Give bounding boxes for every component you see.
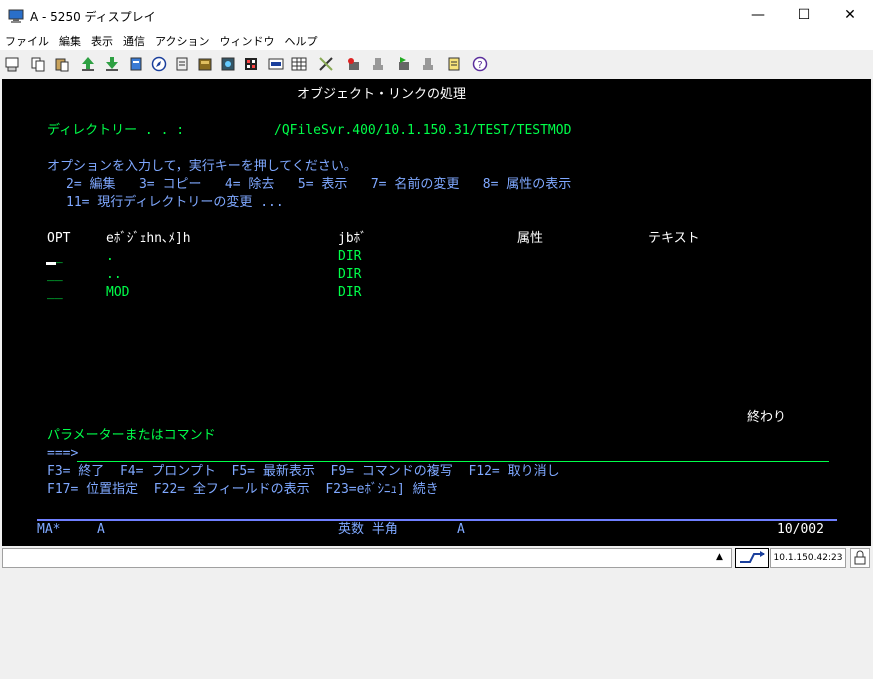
end-marker: 終わり <box>747 410 787 425</box>
header-text: テキスト <box>648 231 700 246</box>
options-line-2: 11= 現行ディレクトリーの変更 ... <box>66 195 284 210</box>
menu-edit[interactable]: 編集 <box>54 30 86 50</box>
display-app-icon <box>8 8 24 23</box>
status-session-2: A <box>457 522 465 537</box>
record-stop-icon[interactable] <box>346 56 362 72</box>
row-1-type: DIR <box>338 249 362 264</box>
header-object-link: eﾎﾞｼﾞｪhn､ﾒ]h <box>106 231 191 246</box>
cursor-position: 10/002 <box>777 522 824 537</box>
opt-input-row-2[interactable]: __ <box>47 267 63 283</box>
window-title: A - 5250 ディスプレイ <box>30 10 156 24</box>
key-map-icon[interactable] <box>291 56 307 72</box>
close-button[interactable]: ✕ <box>827 0 873 30</box>
maximize-button[interactable]: ☐ <box>781 0 827 30</box>
row-3-type: DIR <box>338 285 362 300</box>
notes-icon[interactable] <box>446 56 462 72</box>
operator-info-line <box>37 519 837 521</box>
paste-icon[interactable] <box>54 56 70 72</box>
display-file-icon[interactable] <box>128 56 144 72</box>
row-2-type: DIR <box>338 267 362 282</box>
command-prompt: ===> <box>47 446 79 461</box>
print-screen-icon[interactable] <box>4 56 20 72</box>
terminal-screen[interactable]: オブジェクト・リンクの処理 ディレクトリー . . : /QFileSvr.40… <box>2 79 871 546</box>
header-type: jbﾎﾞ <box>338 231 367 246</box>
text-cursor <box>46 262 56 265</box>
header-opt: OPT <box>47 231 71 246</box>
status-session: A <box>97 522 105 537</box>
help-icon[interactable]: ? <box>472 56 488 72</box>
status-bar: ▲ 10.1.150.42:23 <box>0 546 873 570</box>
row-3-name: MOD <box>106 285 130 300</box>
stop-icon[interactable] <box>420 56 436 72</box>
toolbar: ? <box>0 52 873 78</box>
menu-file[interactable]: ファイル <box>0 30 54 50</box>
menu-help[interactable]: ヘルプ <box>279 30 322 50</box>
options-line-1: 2= 編集 3= コピー 4= 除去 5= 表示 7= 名前の変更 8= 属性の… <box>66 177 572 192</box>
receive-file-icon[interactable] <box>104 56 120 72</box>
status-input-mode: 英数 半角 <box>338 522 398 537</box>
function-keys-line-1: F3= 終了 F4= プロンプト F5= 最新表示 F9= コマンドの複写 F1… <box>47 464 560 479</box>
menu-bar: ファイル 編集 表示 通信 アクション ウィンドウ ヘルプ <box>0 30 873 50</box>
directory-label: ディレクトリー . . : <box>47 123 185 138</box>
screen-title: オブジェクト・リンクの処理 <box>297 87 467 102</box>
menu-communication[interactable]: 通信 <box>118 30 150 50</box>
instructions-text: オプションを入力して，実行キーを押してください。 <box>47 159 357 174</box>
send-file-icon[interactable] <box>80 56 96 72</box>
minimize-button[interactable]: — <box>735 0 781 30</box>
parameter-label: パラメーターまたはコマンド <box>47 428 216 443</box>
menu-actions[interactable]: アクション <box>150 30 214 50</box>
directory-value: /QFileSvr.400/10.1.150.31/TEST/TESTMOD <box>274 123 572 138</box>
command-input[interactable] <box>77 461 829 462</box>
triangle-up-icon: ▲ <box>716 552 723 562</box>
customize-icon[interactable] <box>318 56 334 72</box>
svg-text:?: ? <box>477 60 482 71</box>
macro-icon[interactable] <box>174 56 190 72</box>
status-message-area <box>2 548 732 568</box>
keypad-icon[interactable] <box>243 56 259 72</box>
play-icon[interactable] <box>396 56 412 72</box>
status-message-indicator: MA* <box>37 522 61 537</box>
title-bar: A - 5250 ディスプレイ — ☐ ✕ <box>0 0 873 30</box>
record-macro-icon[interactable] <box>197 56 213 72</box>
pause-icon[interactable] <box>370 56 386 72</box>
menu-window[interactable]: ウィンドウ <box>214 30 279 50</box>
color-map-icon[interactable] <box>268 56 284 72</box>
row-2-name: .. <box>106 267 122 282</box>
opt-input-row-3[interactable]: __ <box>47 285 63 301</box>
copy-icon[interactable] <box>30 56 46 72</box>
function-keys-line-2: F17= 位置指定 F22= 全フィールドの表示 F23=eﾎﾞｼﾆｭ] 続き <box>47 482 439 497</box>
lock-icon <box>850 548 870 568</box>
connection-icon <box>735 548 769 568</box>
navigator-icon[interactable] <box>151 56 167 72</box>
play-macro-icon[interactable] <box>220 56 236 72</box>
row-1-name: . <box>106 249 114 264</box>
menu-view[interactable]: 表示 <box>86 30 118 50</box>
header-attribute: 属性 <box>517 231 544 246</box>
host-address: 10.1.150.42:23 <box>770 548 846 568</box>
